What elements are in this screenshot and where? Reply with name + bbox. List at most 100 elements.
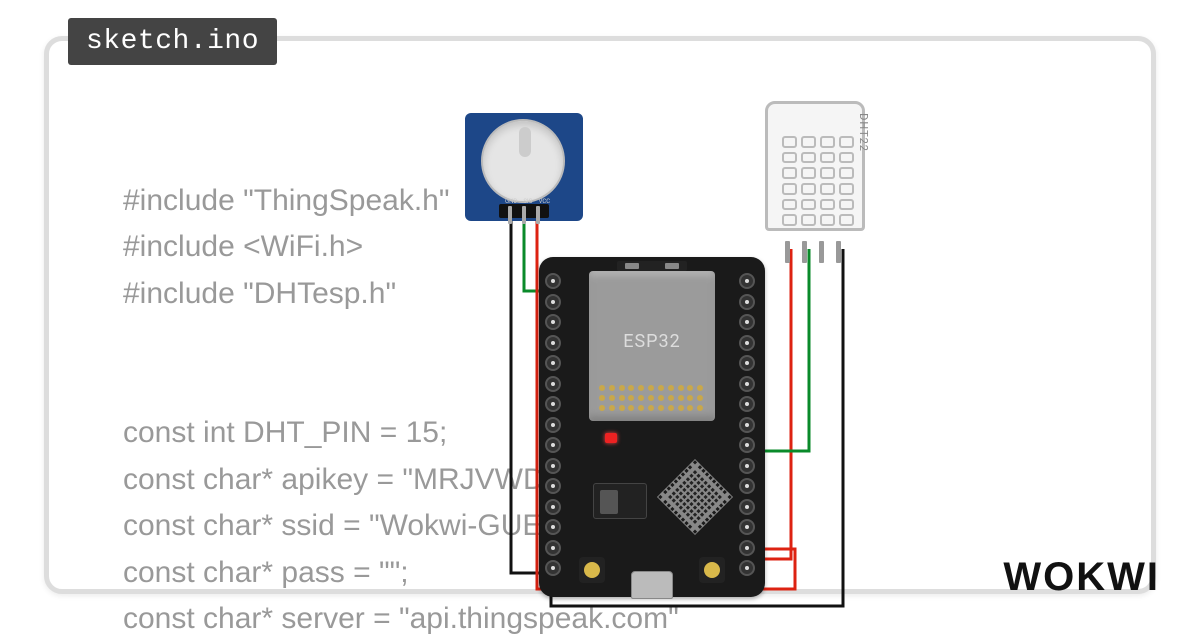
vent-hole-icon xyxy=(839,199,854,211)
pad-icon xyxy=(638,395,644,401)
usb-chip-icon xyxy=(664,466,726,528)
pinhole-icon xyxy=(545,294,561,310)
pad-icon xyxy=(619,395,625,401)
pinhole-icon xyxy=(545,417,561,433)
pad-icon xyxy=(628,405,634,411)
pinhole-icon xyxy=(739,560,755,576)
code-line: #include "ThingSpeak.h" xyxy=(123,184,450,217)
vent-hole-icon xyxy=(801,199,816,211)
pin-icon xyxy=(785,241,790,263)
pad-icon xyxy=(678,405,684,411)
pinhole-icon xyxy=(545,273,561,289)
vent-hole-icon xyxy=(839,167,854,179)
dht22-label: DHT22 xyxy=(857,113,870,152)
pinhole-icon xyxy=(545,519,561,535)
file-tab[interactable]: sketch.ino xyxy=(68,18,277,65)
pad-icon xyxy=(619,405,625,411)
pin-icon xyxy=(802,241,807,263)
pad-icon xyxy=(668,405,674,411)
pinhole-icon xyxy=(739,355,755,371)
pad-icon xyxy=(697,395,703,401)
pad-icon xyxy=(628,395,634,401)
vent-hole-icon xyxy=(820,152,835,164)
reset-button[interactable] xyxy=(579,557,605,583)
pad-icon xyxy=(697,385,703,391)
pad-icon xyxy=(638,405,644,411)
pinhole-icon xyxy=(545,478,561,494)
pad-icon xyxy=(648,395,654,401)
pin-icon xyxy=(836,241,841,263)
pinhole-icon xyxy=(739,478,755,494)
boot-switch[interactable] xyxy=(593,483,647,519)
vent-hole-icon xyxy=(801,167,816,179)
code-line: const int DHT_PIN = 15; xyxy=(123,416,447,449)
pinhole-icon xyxy=(739,314,755,330)
pinhole-icon xyxy=(739,294,755,310)
vent-hole-icon xyxy=(782,152,797,164)
vent-hole-icon xyxy=(839,136,854,148)
file-tab-label: sketch.ino xyxy=(86,26,259,57)
vent-hole-icon xyxy=(801,214,816,226)
pinhole-icon xyxy=(739,335,755,351)
vent-hole-icon xyxy=(839,214,854,226)
pinhole-icon xyxy=(739,437,755,453)
pad-icon xyxy=(648,385,654,391)
pad-icon xyxy=(648,405,654,411)
wiring-diagram: GND SIG VCC DHT22 xyxy=(429,101,989,621)
wokwi-logo: WOKWI xyxy=(1003,555,1160,600)
code-line: #include "DHTesp.h" xyxy=(123,277,396,310)
pad-icon xyxy=(599,395,605,401)
pin-icon xyxy=(522,206,526,224)
pin-icon xyxy=(536,206,540,224)
vent-hole-icon xyxy=(782,167,797,179)
pad-icon xyxy=(658,405,664,411)
pinhole-icon xyxy=(739,376,755,392)
vent-hole-icon xyxy=(820,167,835,179)
pad-icon xyxy=(687,385,693,391)
esp32-shield: ESP32 xyxy=(589,271,715,421)
vent-hole-icon xyxy=(782,214,797,226)
vent-hole-icon xyxy=(801,183,816,195)
pad-icon xyxy=(609,395,615,401)
dht22-grille-icon xyxy=(782,136,854,226)
dht22-sensor[interactable]: DHT22 xyxy=(765,101,865,249)
project-card: #include "ThingSpeak.h" #include <WiFi.h… xyxy=(44,36,1156,594)
vent-hole-icon xyxy=(839,152,854,164)
pinhole-icon xyxy=(545,437,561,453)
shield-pads-icon xyxy=(599,385,705,413)
vent-hole-icon xyxy=(839,183,854,195)
usb-port-icon xyxy=(631,571,673,599)
vent-hole-icon xyxy=(801,136,816,148)
pad-icon xyxy=(678,385,684,391)
esp32-label: ESP32 xyxy=(589,331,715,352)
pad-icon xyxy=(658,385,664,391)
pad-icon xyxy=(678,395,684,401)
pin-header-left xyxy=(545,273,565,576)
antenna-icon xyxy=(617,261,687,271)
dht22-pins xyxy=(785,241,841,263)
pad-icon xyxy=(619,385,625,391)
pinhole-icon xyxy=(739,273,755,289)
vent-hole-icon xyxy=(782,199,797,211)
esp32-board[interactable]: ESP32 xyxy=(539,257,765,597)
pad-icon xyxy=(609,385,615,391)
vent-hole-icon xyxy=(801,152,816,164)
vent-hole-icon xyxy=(782,136,797,148)
pinhole-icon xyxy=(545,396,561,412)
code-line: const char* pass = ""; xyxy=(123,556,409,589)
wire-dht-data xyxy=(759,249,809,451)
pinhole-icon xyxy=(739,519,755,535)
pad-icon xyxy=(609,405,615,411)
potentiometer-dial-icon[interactable] xyxy=(481,119,565,203)
pad-icon xyxy=(638,385,644,391)
pinhole-icon xyxy=(545,376,561,392)
pad-icon xyxy=(668,395,674,401)
vent-hole-icon xyxy=(782,183,797,195)
potentiometer-module[interactable]: GND SIG VCC xyxy=(465,113,583,221)
pinhole-icon xyxy=(739,396,755,412)
boot-button[interactable] xyxy=(699,557,725,583)
pin-icon xyxy=(508,206,512,224)
vent-hole-icon xyxy=(820,199,835,211)
pinhole-icon xyxy=(545,335,561,351)
pad-icon xyxy=(687,395,693,401)
